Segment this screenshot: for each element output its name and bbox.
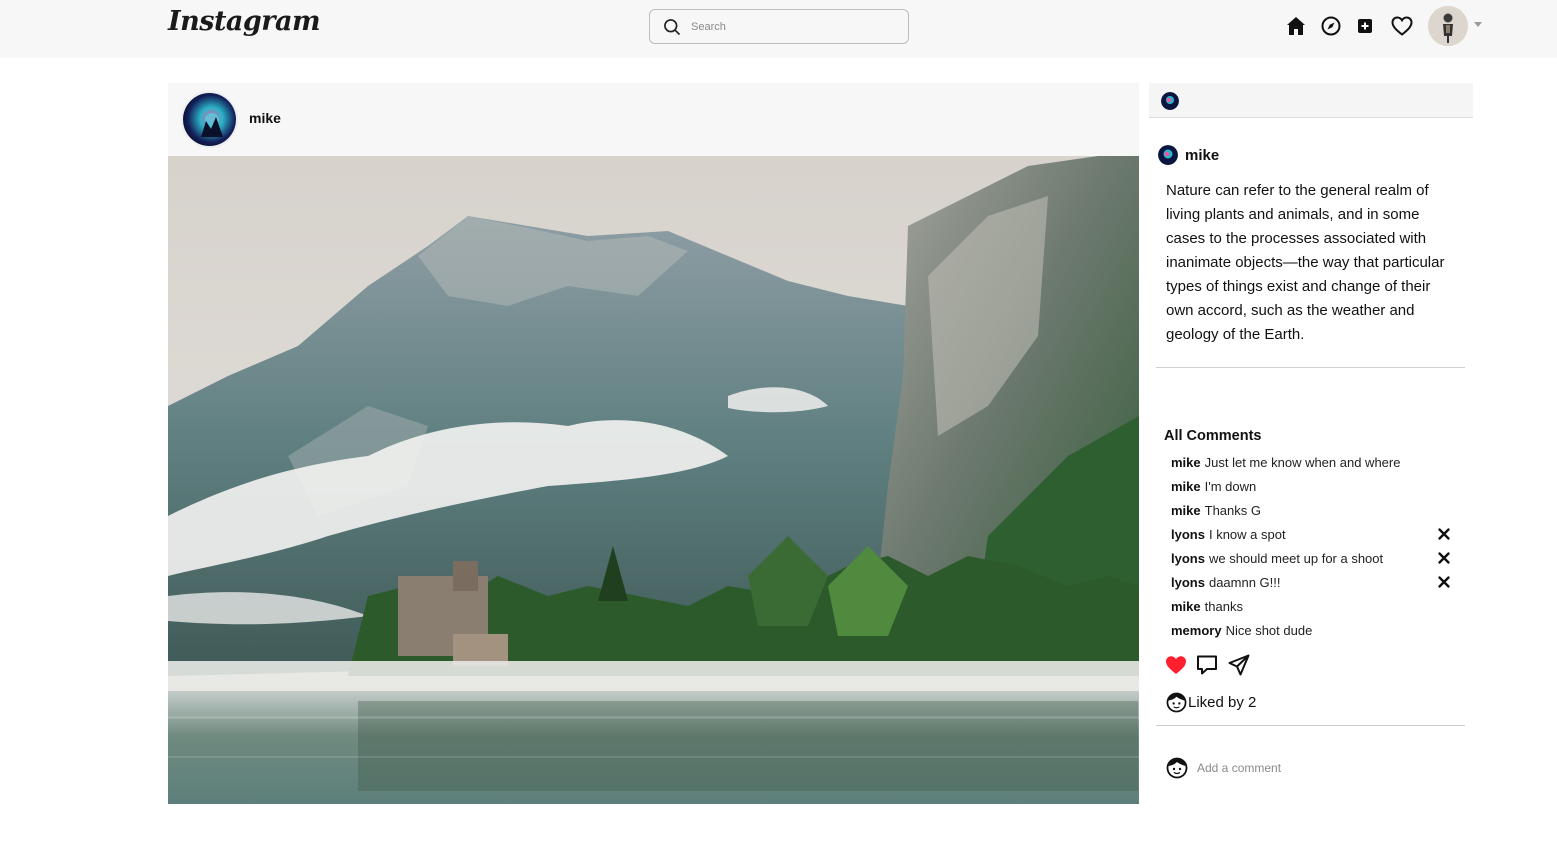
comment-item: lyons daamnn G!!! <box>1171 570 1461 594</box>
mountain-lake-photo <box>168 156 1139 804</box>
comment-username[interactable]: lyons <box>1171 527 1205 542</box>
likes-summary: Liked by 2 <box>1166 692 1256 713</box>
top-navigation-bar: Instagram <box>0 0 1557 58</box>
comment-item: mike I'm down <box>1171 474 1461 498</box>
profile-photo <box>1428 6 1468 46</box>
search-input[interactable] <box>691 20 891 33</box>
comment-username[interactable]: lyons <box>1171 575 1205 590</box>
details-panel-header <box>1149 83 1473 118</box>
post-author-avatar[interactable] <box>181 91 238 148</box>
comment-username[interactable]: mike <box>1171 479 1201 494</box>
user-face-icon <box>1166 692 1187 713</box>
caption-author: mike <box>1158 144 1219 166</box>
add-comment-input[interactable] <box>1197 761 1457 775</box>
comment-text: daamnn G!!! <box>1208 574 1281 590</box>
post-username[interactable]: mike <box>249 110 281 126</box>
post-header: mike <box>168 83 1139 156</box>
caption-author-name[interactable]: mike <box>1185 147 1219 164</box>
comment-text: I'm down <box>1204 478 1257 494</box>
chevron-down-icon[interactable] <box>1474 22 1482 27</box>
search-icon <box>664 18 681 35</box>
comment-username[interactable]: mike <box>1171 455 1201 470</box>
comment-item: lyons I know a spot <box>1171 522 1461 546</box>
galaxy-avatar-image <box>1158 145 1178 165</box>
comment-item: lyons we should meet up for a shoot <box>1171 546 1461 570</box>
actions-divider <box>1156 725 1465 726</box>
galaxy-avatar-image <box>1161 92 1179 110</box>
comment-username[interactable]: lyons <box>1171 551 1205 566</box>
user-face-icon <box>1166 757 1188 779</box>
comments-list: mike Just let me know when and where mik… <box>1171 450 1461 642</box>
comment-bubble-icon[interactable] <box>1195 653 1219 677</box>
comment-text: I know a spot <box>1208 526 1286 542</box>
instagram-logo[interactable]: Instagram <box>168 6 321 37</box>
delete-comment-icon[interactable] <box>1437 527 1451 541</box>
comment-text: Thanks G <box>1204 502 1261 518</box>
add-comment-form <box>1166 756 1466 780</box>
share-send-icon[interactable] <box>1227 653 1251 677</box>
post-image <box>168 156 1139 804</box>
liked-by-text[interactable]: Liked by 2 <box>1188 694 1256 711</box>
profile-avatar[interactable] <box>1428 6 1468 46</box>
author-avatar-small[interactable] <box>1158 145 1178 165</box>
new-post-icon[interactable] <box>1353 14 1377 38</box>
author-mini-avatar[interactable] <box>1161 92 1179 110</box>
explore-compass-icon[interactable] <box>1319 14 1343 38</box>
comment-item: memory Nice shot dude <box>1171 618 1461 642</box>
comment-text: thanks <box>1204 598 1243 614</box>
comment-username[interactable]: mike <box>1171 503 1201 518</box>
comment-item: mike Just let me know when and where <box>1171 450 1461 474</box>
activity-heart-icon[interactable] <box>1390 14 1414 38</box>
comment-text: Nice shot dude <box>1225 622 1313 638</box>
comment-text: we should meet up for a shoot <box>1208 550 1384 566</box>
delete-comment-icon[interactable] <box>1437 575 1451 589</box>
search-box[interactable] <box>649 9 909 44</box>
caption-divider <box>1156 367 1465 368</box>
comments-title: All Comments <box>1164 428 1262 444</box>
comment-username[interactable]: mike <box>1171 599 1201 614</box>
comment-item: mike thanks <box>1171 594 1461 618</box>
comment-username[interactable]: memory <box>1171 623 1222 638</box>
comment-text: Just let me know when and where <box>1204 454 1401 470</box>
like-heart-icon[interactable] <box>1164 653 1188 677</box>
galaxy-avatar-image <box>183 93 236 146</box>
delete-comment-icon[interactable] <box>1437 551 1451 565</box>
home-icon[interactable] <box>1284 14 1308 38</box>
comment-item: mike Thanks G <box>1171 498 1461 522</box>
post-caption: Nature can refer to the general realm of… <box>1166 182 1445 343</box>
